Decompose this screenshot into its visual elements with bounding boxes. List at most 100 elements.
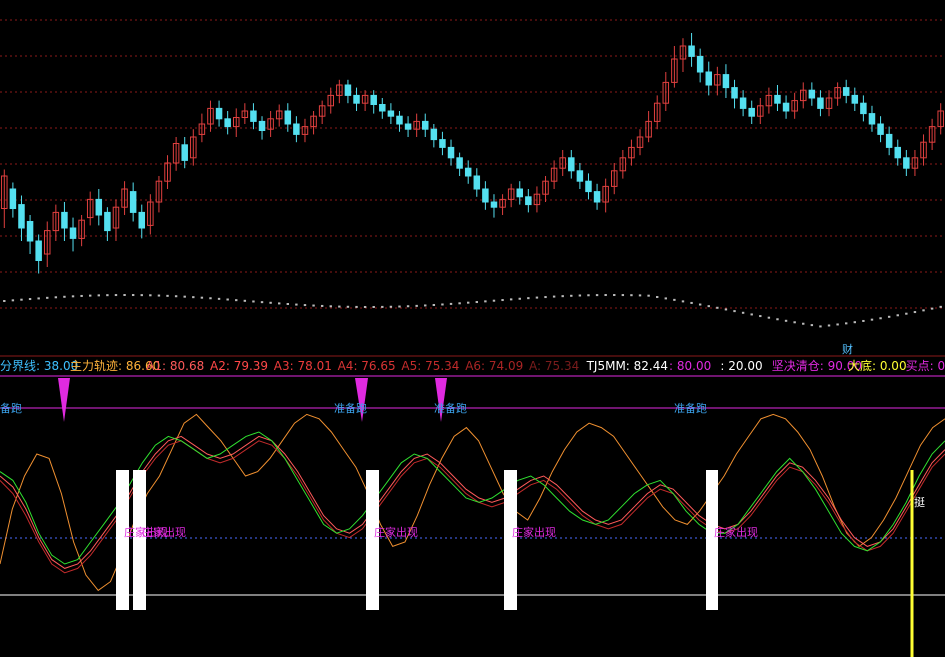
candle-body <box>379 104 386 112</box>
candle-body <box>181 144 188 161</box>
candle-body <box>387 110 395 117</box>
zhunbeipao-label-1: 准备跑 <box>334 401 367 415</box>
legend-item: A5: 75.34 <box>401 359 459 373</box>
candle-body <box>430 128 438 141</box>
volume-dot <box>535 296 539 299</box>
volume-dot <box>613 294 616 297</box>
candle-body <box>456 157 463 169</box>
legend-item: A3: 78.01 <box>274 359 332 373</box>
candle-body <box>95 198 103 216</box>
zhuangjiachuxian-label-2: 庄家出现 <box>142 525 186 539</box>
candle-body <box>9 188 17 209</box>
volume-dot <box>415 304 418 307</box>
volume-dot <box>922 309 925 312</box>
candle-body <box>774 94 781 104</box>
volume-dot <box>312 304 315 307</box>
volume-dot <box>930 307 934 310</box>
candle-body <box>293 123 300 135</box>
volume-dot <box>509 298 513 301</box>
volume-dot <box>20 298 23 301</box>
volume-dot <box>664 297 667 300</box>
volume-dot <box>810 324 814 327</box>
candle-body <box>215 107 223 120</box>
candlestick-series <box>1 33 944 274</box>
volume-dot <box>561 295 564 298</box>
volume-dot <box>913 311 917 314</box>
volume-dot <box>449 302 453 305</box>
volume-dot <box>183 295 186 298</box>
volume-dot <box>398 305 401 308</box>
candle-body <box>782 102 790 112</box>
volume-dot <box>37 297 40 300</box>
volume-dot <box>862 319 865 322</box>
candle-body <box>817 97 824 109</box>
volume-dot <box>200 296 204 299</box>
candle-body <box>877 123 884 135</box>
candle-body <box>250 110 257 122</box>
candle-body <box>576 170 584 182</box>
white-bar-1 <box>116 470 129 610</box>
candle-body <box>808 89 816 99</box>
volume-dot <box>320 304 324 307</box>
volume-dot <box>458 302 461 305</box>
volume-dot <box>174 295 178 298</box>
volume-dot <box>260 301 264 304</box>
volume-dot <box>578 294 582 297</box>
candle-body <box>439 139 446 148</box>
candle-body <box>739 97 747 109</box>
volume-dot <box>278 302 281 305</box>
legend-item: A1: 80.68 <box>146 359 204 373</box>
volume-dot <box>638 294 642 297</box>
candle-body <box>705 71 712 86</box>
volume-dot <box>209 297 212 300</box>
candle-body <box>284 110 292 125</box>
volume-dot <box>329 305 332 308</box>
candle-body <box>69 227 77 239</box>
volume-dot <box>750 313 753 316</box>
white-bar-4 <box>504 470 517 610</box>
volume-dot <box>552 295 556 298</box>
candle-body <box>851 94 859 104</box>
volume-dot <box>604 294 607 297</box>
volume-dot <box>252 300 255 303</box>
candle-body <box>26 221 34 242</box>
legend-item: A2: 79.39 <box>210 359 268 373</box>
volume-dot <box>518 297 521 300</box>
volume-dot <box>406 305 410 308</box>
volume-dot <box>338 305 341 308</box>
volume-dot <box>355 305 358 308</box>
volume-dot <box>11 299 15 302</box>
candle-body <box>593 191 601 203</box>
volume-dot <box>587 294 590 297</box>
candle-body <box>696 55 704 73</box>
candle-body <box>447 146 455 159</box>
magenta-spike-3 <box>435 378 447 422</box>
volume-dot <box>80 294 83 297</box>
candle-body <box>224 118 231 128</box>
volume-dot <box>89 294 92 297</box>
volume-dot <box>123 294 126 297</box>
candle-body <box>258 120 266 132</box>
candle-body <box>344 84 352 96</box>
volume-dots <box>3 294 942 328</box>
volume-dot <box>724 308 728 311</box>
candle-body <box>748 107 755 117</box>
volume-dot <box>286 303 289 306</box>
volume-dot <box>217 297 221 300</box>
volume-dot <box>475 301 478 304</box>
volume-dot <box>226 298 229 301</box>
candle-body <box>568 157 575 172</box>
volume-dot <box>484 300 487 303</box>
volume-dot <box>853 321 856 324</box>
candle-body <box>18 204 25 229</box>
ting-label: 挺 <box>914 495 925 509</box>
volume-dot <box>845 322 848 325</box>
volume-dot <box>243 299 247 302</box>
cai-label: 财 <box>842 342 853 356</box>
candle-body <box>894 146 901 159</box>
volume-dot <box>621 294 625 297</box>
volume-dot <box>656 296 659 299</box>
volume-dot <box>97 294 100 297</box>
volume-dot <box>698 303 702 306</box>
volume-dot <box>690 301 693 304</box>
